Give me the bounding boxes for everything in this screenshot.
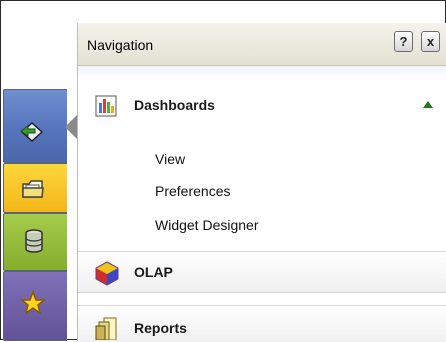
side-tab-data[interactable] — [3, 213, 67, 271]
collapse-arrow-icon[interactable] — [423, 101, 433, 108]
olap-cube-icon — [95, 261, 119, 286]
close-button[interactable]: x — [421, 31, 440, 52]
header-separator — [78, 66, 446, 78]
section-label-olap: OLAP — [134, 264, 173, 280]
folder-icon — [22, 180, 44, 198]
section-dashboards[interactable]: Dashboards — [78, 85, 446, 125]
section-label-dashboards: Dashboards — [134, 97, 215, 113]
section-reports[interactable]: Reports — [78, 305, 446, 342]
section-olap[interactable]: OLAP — [78, 251, 446, 293]
help-button[interactable]: ? — [394, 31, 413, 52]
panel-title: Navigation — [87, 37, 154, 53]
application-frame: Navigation ? x Dashboards View Preferenc… — [0, 0, 446, 342]
section-label-reports: Reports — [134, 320, 187, 336]
panel-header: Navigation ? x — [78, 23, 446, 66]
dashboards-chart-icon — [95, 95, 117, 117]
side-tab-favorites[interactable] — [3, 271, 67, 341]
arrow-card-icon — [20, 121, 44, 143]
star-icon — [20, 290, 46, 315]
menu-item-preferences[interactable]: Preferences — [155, 183, 230, 199]
menu-item-view[interactable]: View — [155, 151, 185, 167]
reports-icon — [95, 317, 117, 340]
side-tab-dashboards[interactable] — [3, 89, 67, 163]
active-tab-pointer — [65, 115, 77, 139]
navigation-panel: Navigation ? x Dashboards View Preferenc… — [77, 23, 446, 342]
side-tab-documents[interactable] — [3, 163, 67, 213]
database-icon — [25, 229, 43, 253]
side-tab-strip — [1, 89, 68, 341]
menu-item-widget-designer[interactable]: Widget Designer — [155, 217, 259, 233]
